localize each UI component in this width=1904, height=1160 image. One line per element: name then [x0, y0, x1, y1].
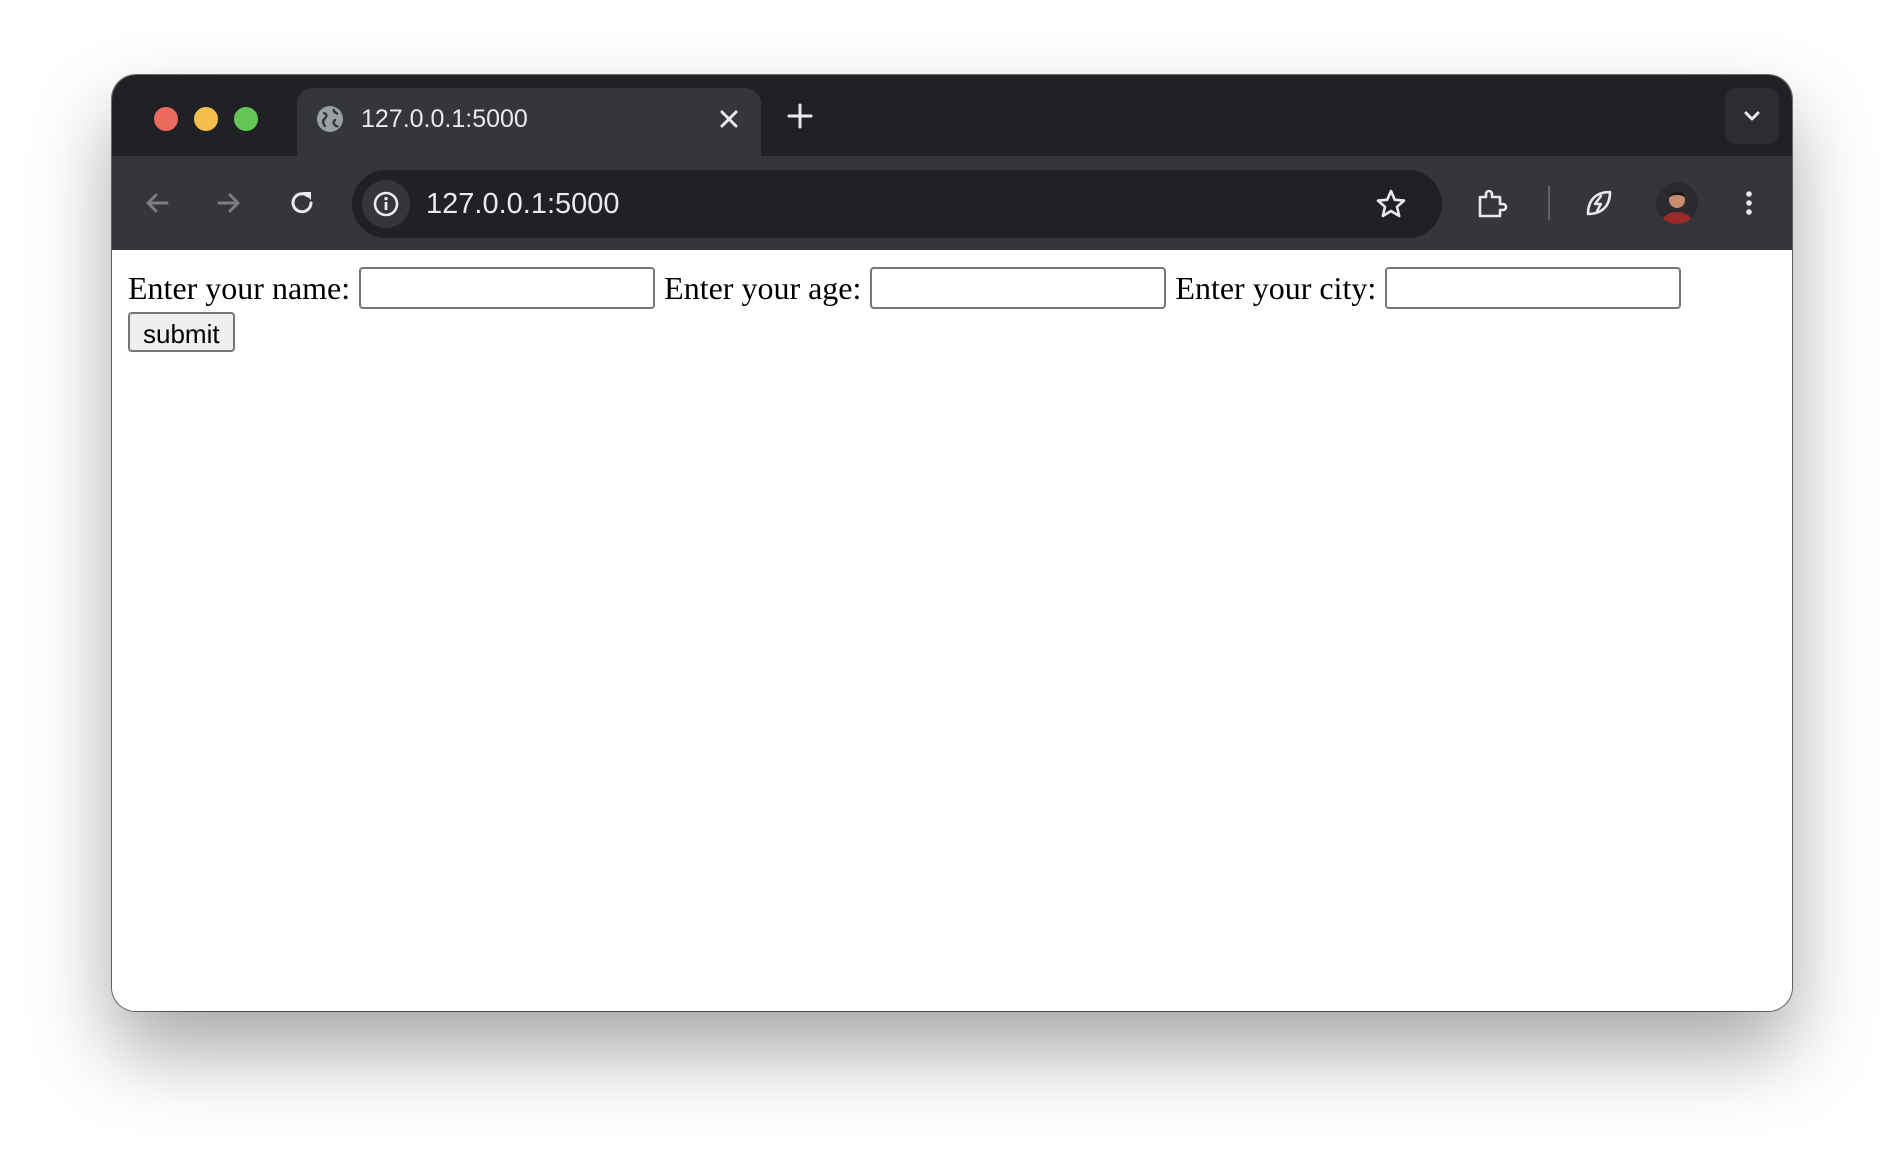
back-arrow-icon[interactable] [140, 186, 174, 220]
url-text: 127.0.0.1:5000 [426, 188, 620, 220]
age-label: Enter your age: [664, 270, 862, 306]
tab-title: 127.0.0.1:5000 [361, 105, 528, 133]
tab-search-button[interactable] [1725, 88, 1779, 144]
site-info-button[interactable] [362, 180, 410, 228]
new-tab-icon[interactable] [784, 100, 816, 132]
toolbar: 127.0.0.1:5000 [112, 156, 1792, 250]
bookmark-star-icon[interactable] [1374, 187, 1408, 221]
tab-strip: 127.0.0.1:5000 [112, 75, 1792, 156]
city-input[interactable] [1385, 267, 1682, 309]
minimize-window-button[interactable] [194, 107, 218, 131]
screen: 127.0.0.1:5000 127.0.0.1:5000 Enter your… [0, 0, 1904, 1160]
profile-avatar[interactable] [1656, 182, 1698, 224]
form-fields-row: Enter your name: Enter your age: Enter y… [128, 266, 1768, 310]
close-window-button[interactable] [154, 107, 178, 131]
reload-icon[interactable] [285, 186, 319, 220]
globe-icon [317, 106, 343, 132]
chevron-down-icon [1744, 111, 1760, 121]
browser-window: 127.0.0.1:5000 127.0.0.1:5000 Enter your… [112, 75, 1792, 1011]
forward-arrow-icon[interactable] [212, 186, 246, 220]
profile-photo-icon [1656, 182, 1698, 224]
address-bar[interactable]: 127.0.0.1:5000 [352, 170, 1442, 238]
submit-button[interactable]: submit [128, 312, 235, 352]
toolbar-divider [1548, 186, 1550, 220]
name-label: Enter your name: [128, 270, 351, 306]
active-tab[interactable]: 127.0.0.1:5000 [297, 88, 761, 156]
zoom-window-button[interactable] [234, 107, 258, 131]
info-icon [373, 191, 399, 217]
kebab-menu-icon[interactable] [1732, 186, 1766, 220]
user-info-form: Enter your name: Enter your age: Enter y… [128, 266, 1768, 352]
city-label: Enter your city: [1175, 270, 1377, 306]
close-tab-icon[interactable] [715, 105, 743, 133]
performance-leaf-icon[interactable] [1582, 186, 1616, 220]
page-content: Enter your name: Enter your age: Enter y… [112, 250, 1792, 1011]
name-input[interactable] [359, 267, 656, 309]
age-input[interactable] [870, 267, 1167, 309]
extensions-puzzle-icon[interactable] [1474, 186, 1508, 220]
